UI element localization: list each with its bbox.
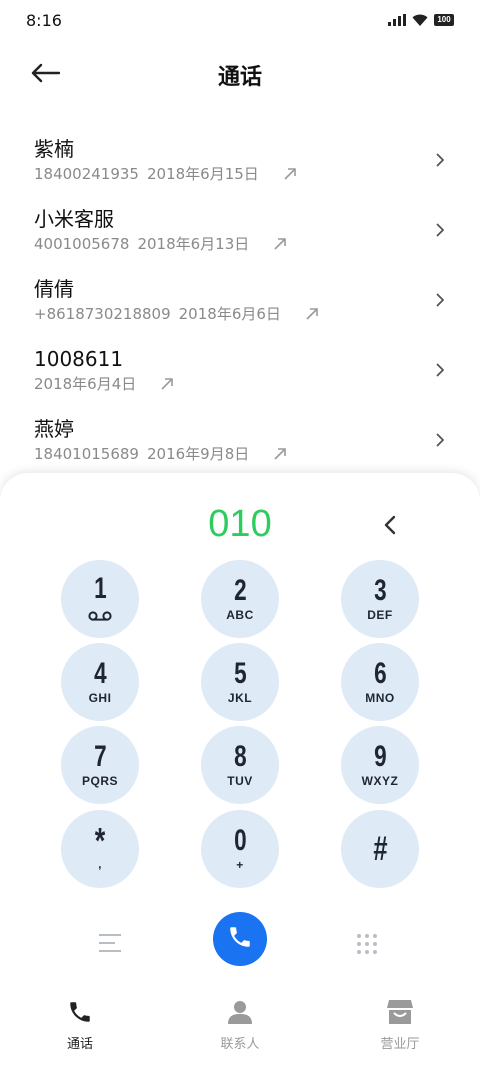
outgoing-call-icon bbox=[273, 447, 287, 461]
person-icon bbox=[227, 999, 253, 1029]
nav-label: 联系人 bbox=[220, 1037, 260, 1052]
chevron-right-icon[interactable] bbox=[436, 432, 445, 451]
call-name: 倩倩 bbox=[34, 277, 74, 301]
call-row[interactable]: 燕婷 18401015689 2016年9月8日 bbox=[0, 406, 480, 476]
call-meta: 18401015689 2016年9月8日 bbox=[34, 444, 480, 464]
call-meta: 18400241935 2018年6月15日 bbox=[34, 164, 480, 184]
call-row[interactable]: 紫楠 18400241935 2018年6月15日 bbox=[0, 126, 480, 196]
key-digit: 8 bbox=[233, 740, 247, 773]
nav-label: 通话 bbox=[66, 1037, 93, 1052]
nav-item-store[interactable]: 营业厅 bbox=[320, 993, 480, 1066]
dial-key-7[interactable]: 7 PQRS bbox=[61, 726, 139, 804]
battery-icon: 100 bbox=[434, 14, 454, 26]
dial-key-0[interactable]: 0 + bbox=[201, 810, 279, 888]
call-name: 小米客服 bbox=[34, 207, 114, 231]
key-letters: MNO bbox=[365, 691, 395, 705]
chevron-right-icon[interactable] bbox=[436, 222, 445, 241]
outgoing-call-icon bbox=[283, 167, 297, 181]
phone-icon bbox=[67, 999, 93, 1029]
call-date: 2018年6月15日 bbox=[146, 165, 259, 183]
outgoing-call-icon bbox=[305, 307, 319, 321]
dial-key-hash[interactable]: # bbox=[341, 810, 419, 888]
nav-label: 营业厅 bbox=[380, 1037, 420, 1052]
call-number: 18401015689 bbox=[34, 445, 139, 463]
dial-key-6[interactable]: 6 MNO bbox=[341, 643, 419, 721]
key-letters: DEF bbox=[367, 608, 393, 622]
call-row[interactable]: 1008611 2018年6月4日 bbox=[0, 336, 480, 406]
key-digit: 4 bbox=[93, 657, 107, 690]
key-digit: # bbox=[372, 830, 388, 868]
dialpad-grid-icon[interactable] bbox=[356, 933, 378, 959]
call-name: 紫楠 bbox=[34, 137, 74, 161]
key-digit: 7 bbox=[93, 740, 107, 773]
key-digit: 9 bbox=[373, 740, 387, 773]
call-number: 4001005678 bbox=[34, 235, 130, 253]
status-icons: 100 bbox=[388, 11, 454, 30]
key-digit: 6 bbox=[373, 657, 387, 690]
dial-key-4[interactable]: 4 GHI bbox=[61, 643, 139, 721]
call-name: 1008611 bbox=[34, 347, 124, 371]
call-meta: +8618730218809 2018年6月6日 bbox=[34, 304, 480, 324]
key-digit: * bbox=[94, 820, 106, 861]
call-list: 紫楠 18400241935 2018年6月15日 小米客服 400100567… bbox=[0, 126, 480, 476]
call-date: 2018年6月4日 bbox=[34, 375, 137, 393]
key-digit: 2 bbox=[233, 574, 247, 607]
status-bar: 8:16 100 bbox=[0, 0, 480, 40]
dial-key-2[interactable]: 2 ABC bbox=[201, 560, 279, 638]
call-button[interactable] bbox=[213, 912, 267, 966]
back-button[interactable] bbox=[30, 60, 70, 90]
voicemail-icon bbox=[87, 606, 113, 625]
key-letters: + bbox=[236, 858, 244, 872]
chevron-right-icon[interactable] bbox=[436, 152, 445, 171]
call-date: 2018年6月13日 bbox=[137, 235, 250, 253]
key-letters: PQRS bbox=[81, 774, 118, 788]
bottom-nav: 通话 联系人 营业厅 bbox=[0, 993, 480, 1066]
dial-key-star[interactable]: * , bbox=[61, 810, 139, 888]
call-row[interactable]: 小米客服 4001005678 2018年6月13日 bbox=[0, 196, 480, 266]
key-letters: GHI bbox=[88, 691, 112, 705]
call-date: 2018年6月6日 bbox=[178, 305, 281, 323]
header: 通话 bbox=[0, 50, 480, 100]
dialpad-panel: 010 1 2 ABC 3 DEF 4 GHI 5 JKL 6 MNO 7 PQ… bbox=[0, 473, 480, 1066]
key-digit: 5 bbox=[233, 657, 247, 690]
dialed-number: 010 bbox=[208, 503, 272, 545]
outgoing-call-icon bbox=[273, 237, 287, 251]
key-digit: 3 bbox=[373, 574, 387, 607]
dial-key-9[interactable]: 9 WXYZ bbox=[341, 726, 419, 804]
key-letters: JKL bbox=[227, 691, 253, 705]
dial-key-8[interactable]: 8 TUV bbox=[201, 726, 279, 804]
chevron-right-icon[interactable] bbox=[436, 292, 445, 311]
wifi-icon bbox=[412, 11, 428, 30]
dial-key-1[interactable]: 1 bbox=[61, 560, 139, 638]
signal-icon bbox=[388, 11, 406, 30]
chevron-right-icon[interactable] bbox=[436, 362, 445, 381]
back-arrow-icon bbox=[30, 63, 61, 87]
key-letters: WXYZ bbox=[361, 774, 399, 788]
phone-icon bbox=[227, 924, 253, 954]
key-letters: ABC bbox=[226, 608, 254, 622]
call-name: 燕婷 bbox=[34, 417, 74, 441]
nav-item-calls[interactable]: 通话 bbox=[0, 993, 160, 1066]
dial-key-5[interactable]: 5 JKL bbox=[201, 643, 279, 721]
key-digit: 1 bbox=[93, 571, 107, 605]
call-date: 2016年9月8日 bbox=[146, 445, 250, 463]
key-digit: 0 bbox=[233, 824, 247, 857]
call-number: 18400241935 bbox=[34, 165, 139, 183]
call-number: +8618730218809 bbox=[34, 305, 171, 323]
dial-key-3[interactable]: 3 DEF bbox=[341, 560, 419, 638]
page-title: 通话 bbox=[217, 65, 262, 90]
call-row[interactable]: 倩倩 +8618730218809 2018年6月6日 bbox=[0, 266, 480, 336]
backspace-button[interactable] bbox=[384, 515, 396, 539]
call-meta: 2018年6月4日 bbox=[34, 374, 480, 394]
nav-item-contacts[interactable]: 联系人 bbox=[160, 993, 320, 1066]
key-letters: TUV bbox=[227, 774, 253, 788]
status-time: 8:16 bbox=[26, 10, 62, 30]
outgoing-call-icon bbox=[160, 377, 174, 391]
call-meta: 4001005678 2018年6月13日 bbox=[34, 234, 480, 254]
menu-icon[interactable] bbox=[98, 933, 122, 957]
store-icon bbox=[386, 999, 414, 1029]
